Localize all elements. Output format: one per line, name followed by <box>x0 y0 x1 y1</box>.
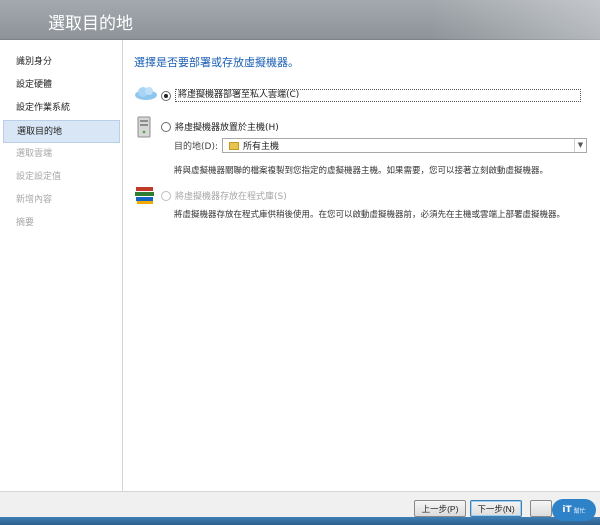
destination-label: 目的地(D): <box>174 142 218 152</box>
sidebar-item-summary: 摘要 <box>16 218 35 228</box>
sidebar-item-add-properties: 新增內容 <box>16 195 53 205</box>
option-place-on-host[interactable]: 將虛擬機器放置於主機(H) <box>161 120 279 133</box>
destination-dropdown[interactable]: 所有主機 ▼ <box>222 138 587 153</box>
wizard-title-bar: 選取目的地 <box>0 0 600 40</box>
place-host-label[interactable]: 將虛擬機器放置於主機(H) <box>175 120 279 133</box>
wizard-content: 選擇是否要部署或存放虛擬機器。 將虛擬機器部署至私人雲端(C) 將虛擬機器放置於… <box>124 40 600 491</box>
sidebar-item-cloud: 選取雲端 <box>16 149 53 159</box>
cloud-icon <box>135 87 157 100</box>
option-deploy-private-cloud[interactable]: 將虛擬機器部署至私人雲端(C) <box>161 89 581 102</box>
place-host-radio[interactable] <box>161 121 171 132</box>
sidebar-item-destination[interactable]: 選取目的地 <box>3 120 120 143</box>
site-watermark-logo: iT 幫忙 <box>552 499 596 521</box>
taskbar <box>0 517 600 525</box>
wizard-step-sidebar: 識別身分 設定硬體 設定作業系統 選取目的地 選取雲端 設定設定值 新增內容 摘… <box>0 40 123 491</box>
page-heading: 選擇是否要部署或存放虛擬機器。 <box>134 56 299 69</box>
store-library-radio <box>161 190 171 201</box>
deploy-cloud-label[interactable]: 將虛擬機器部署至私人雲端(C) <box>175 89 581 102</box>
watermark-text: iT <box>562 505 572 515</box>
cancel-button-partial[interactable] <box>530 500 552 517</box>
destination-row: 目的地(D): 所有主機 ▼ <box>174 138 587 153</box>
library-books-icon <box>135 187 154 204</box>
sidebar-item-settings: 設定設定值 <box>16 172 62 182</box>
option-store-in-library: 將虛擬機器存放在程式庫(S) <box>161 189 287 202</box>
server-icon <box>137 116 151 138</box>
sidebar-item-hardware[interactable]: 設定硬體 <box>3 74 120 97</box>
window-title: 選取目的地 <box>48 14 133 34</box>
host-description: 將與虛擬機器關聯的檔案複製到您指定的虛擬機器主機。如果需要，您可以接著立刻啟動虛… <box>174 166 549 176</box>
back-button[interactable]: 上一步(P) <box>414 500 466 517</box>
sidebar-item-os[interactable]: 設定作業系統 <box>3 97 120 120</box>
library-description: 將虛擬機器存放在程式庫供稍後使用。在您可以啟動虛擬機器前，必須先在主機或雲端上部… <box>174 210 566 220</box>
sidebar-item-identity[interactable]: 識別身分 <box>3 51 120 74</box>
folder-icon <box>229 141 239 150</box>
store-library-label: 將虛擬機器存放在程式庫(S) <box>175 192 287 202</box>
destination-value: 所有主機 <box>243 142 280 152</box>
title-bar-highlight <box>430 0 600 40</box>
watermark-subtext: 幫忙 <box>573 507 586 515</box>
chevron-down-icon[interactable]: ▼ <box>574 139 586 152</box>
next-button[interactable]: 下一步(N) <box>470 500 522 517</box>
deploy-cloud-radio[interactable] <box>161 90 171 101</box>
